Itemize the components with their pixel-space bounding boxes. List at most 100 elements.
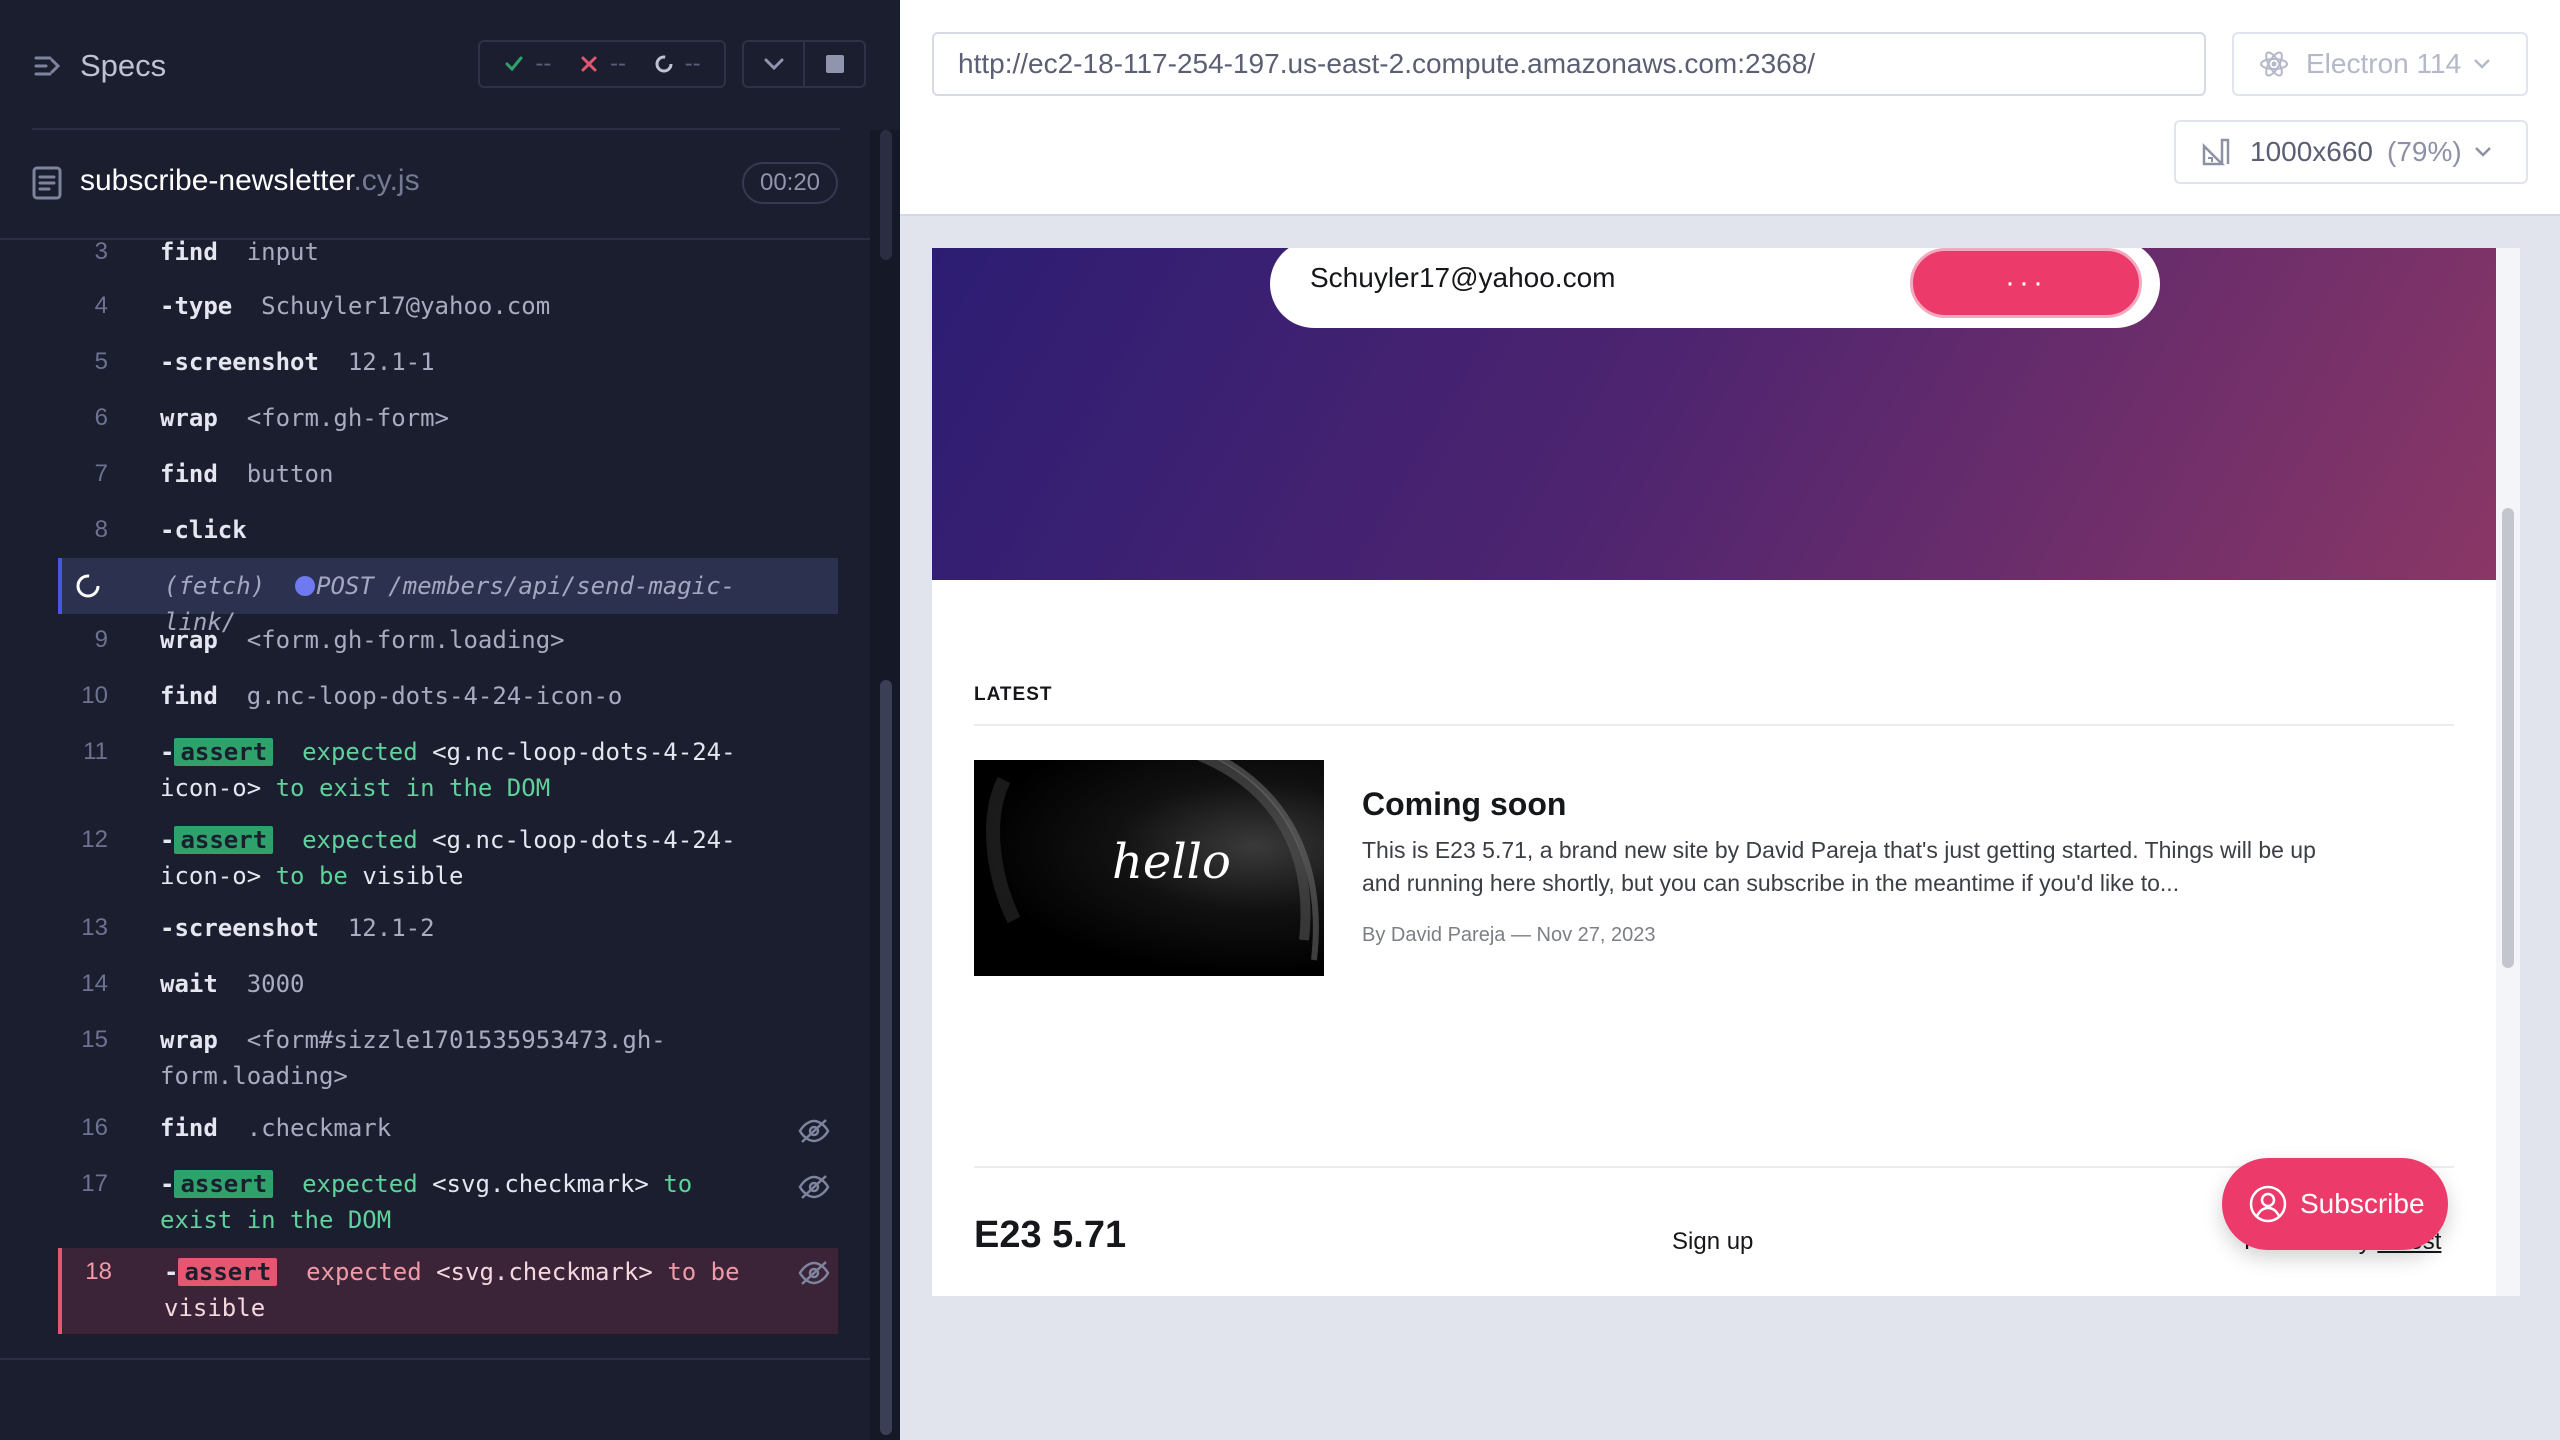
failed-stat: -- — [578, 50, 626, 78]
command-message: <form.gh-form.loading> — [246, 626, 565, 654]
reporter-panel: Specs -- -- -- subscribe-newsletter.cy.j… — [0, 0, 900, 1440]
reporter-scrollbar-thumb[interactable] — [880, 680, 892, 1435]
assert-badge: assert — [178, 1258, 278, 1286]
pending-count: -- — [684, 50, 701, 77]
post-meta: By David Pareja — Nov 27, 2023 — [1362, 924, 1656, 946]
latest-divider — [974, 724, 2454, 726]
command-number: 6 — [94, 404, 108, 431]
assert-value: visible — [362, 862, 464, 890]
assert-expected: expected — [302, 826, 418, 854]
subscribe-submit-button[interactable]: ··· — [1910, 248, 2142, 318]
command-number: 15 — [81, 1026, 108, 1053]
stop-icon — [825, 55, 844, 73]
stop-button[interactable] — [803, 42, 864, 86]
command-message: <form.gh-form> — [246, 404, 449, 432]
viewport-scale: (79%) — [2387, 136, 2462, 167]
eye-off-icon[interactable] — [798, 1260, 830, 1286]
command-row[interactable]: 15 wrap <form#sizzle1701535953473.gh-for… — [58, 1022, 838, 1098]
post-feature-image[interactable]: hello — [974, 760, 1324, 976]
command-number: 14 — [81, 970, 108, 997]
spec-duration: 00:20 — [742, 162, 838, 204]
spinner-icon — [76, 574, 100, 598]
command-row[interactable]: 3 find input — [58, 240, 838, 270]
eye-off-icon[interactable] — [798, 1174, 830, 1200]
command-name: wait — [160, 970, 218, 998]
command-name: wrap — [160, 404, 218, 432]
spinner-icon — [655, 55, 673, 73]
command-row[interactable]: 8 -click — [58, 512, 838, 552]
assert-badge: assert — [174, 826, 274, 854]
failed-assert-row[interactable]: 18 - assert expected <svg.checkmark> to b… — [58, 1248, 838, 1334]
collapse-button[interactable] — [744, 42, 803, 86]
viewport-size: 1000x660 — [2250, 136, 2374, 167]
portal-button-label: Subscribe — [2300, 1188, 2425, 1219]
failed-count: -- — [609, 50, 626, 77]
fetch-command-row[interactable]: (fetch) POST /members/api/send-magic-lin… — [58, 558, 838, 636]
command-number: 5 — [94, 348, 108, 375]
aut-header: http://ec2-18-117-254-197.us-east-2.comp… — [900, 0, 2560, 216]
assert-row[interactable]: 12 - assert expected <g.nc-loop-dots-4-24… — [58, 822, 838, 898]
command-name: - — [160, 738, 175, 766]
command-row[interactable]: 4 -type Schuyler17@yahoo.com — [58, 288, 838, 328]
assert-condition: to exist in the DOM — [275, 774, 551, 802]
command-message: Schuyler17@yahoo.com — [261, 292, 551, 320]
footer-site-name[interactable]: E23 5.71 — [974, 1214, 1126, 1257]
command-row[interactable]: 9 wrap <form.gh-form.loading> — [58, 622, 838, 662]
command-name: wrap — [160, 1026, 218, 1054]
spec-extension: .cy.js — [353, 164, 420, 197]
header-divider — [32, 128, 840, 130]
reporter-header: Specs -- -- -- — [0, 0, 900, 130]
viewport-selector[interactable]: 1000x660 (79%) — [2174, 120, 2528, 184]
browser-selector[interactable]: Electron 114 — [2232, 32, 2528, 96]
command-log: 3 find input 4 -type Schuyler17@yahoo.co… — [58, 240, 838, 1335]
user-icon — [2249, 1185, 2287, 1223]
assert-subject: <svg.checkmark> — [436, 1258, 653, 1286]
url-bar[interactable]: http://ec2-18-117-254-197.us-east-2.comp… — [932, 32, 2206, 96]
spec-row[interactable]: subscribe-newsletter.cy.js 00:20 — [0, 150, 880, 240]
command-message: 12.1-2 — [347, 914, 435, 942]
command-row[interactable]: 13 -screenshot 12.1-2 — [58, 910, 838, 950]
command-name: -screenshot — [160, 348, 319, 376]
command-message: 12.1-1 — [347, 348, 435, 376]
test-stats: -- -- -- — [478, 40, 726, 88]
command-row[interactable]: 7 find button — [58, 456, 838, 496]
command-name: -type — [160, 292, 233, 320]
pending-dot-icon — [295, 576, 316, 596]
command-message: button — [246, 460, 334, 488]
email-input[interactable]: Schuyler17@yahoo.com — [1310, 262, 1615, 294]
x-icon — [581, 56, 597, 72]
post-excerpt: This is E23 5.71, a brand new site by Da… — [1362, 837, 2316, 896]
assert-expected: expected — [302, 738, 418, 766]
assert-row[interactable]: 17 - assert expected <svg.checkmark> to e… — [58, 1166, 838, 1242]
chevron-down-icon — [2474, 59, 2491, 69]
specs-toggle-button[interactable]: Specs — [32, 46, 172, 86]
command-row[interactable]: 5 -screenshot 12.1-1 — [58, 344, 838, 384]
check-icon — [505, 56, 523, 72]
command-name: find — [160, 682, 218, 710]
footer-signup-link[interactable]: Sign up — [1672, 1228, 1753, 1256]
post-title[interactable]: Coming soon — [1362, 786, 1566, 823]
command-name: -screenshot — [160, 914, 319, 942]
command-row[interactable]: 16 find .checkmark — [58, 1110, 838, 1150]
pending-stat: -- — [653, 50, 701, 78]
command-message: .checkmark — [246, 1114, 392, 1142]
chevron-down-icon — [2474, 147, 2491, 157]
assert-condition: to be — [275, 862, 348, 890]
assert-condition: to be — [667, 1258, 740, 1286]
command-row[interactable]: 14 wait 3000 — [58, 966, 838, 1006]
assert-badge: assert — [174, 1170, 274, 1198]
command-number: 3 — [94, 240, 108, 265]
assert-row[interactable]: 11 - assert expected <g.nc-loop-dots-4-24… — [58, 734, 838, 810]
chevron-down-icon — [764, 58, 783, 71]
command-message: 3000 — [246, 970, 305, 998]
command-name: find — [160, 240, 218, 266]
aut-scrollbar-thumb[interactable] — [2502, 508, 2514, 968]
command-number: 12 — [81, 826, 108, 853]
command-row[interactable]: 10 find g.nc-loop-dots-4-24-icon-o — [58, 678, 838, 718]
command-row[interactable]: 6 wrap <form.gh-form> — [58, 400, 838, 440]
portal-subscribe-button[interactable]: Subscribe — [2222, 1158, 2448, 1250]
command-number: 10 — [81, 682, 108, 709]
eye-off-icon[interactable] — [798, 1118, 830, 1144]
assert-expected: expected — [306, 1258, 422, 1286]
command-name: find — [160, 460, 218, 488]
